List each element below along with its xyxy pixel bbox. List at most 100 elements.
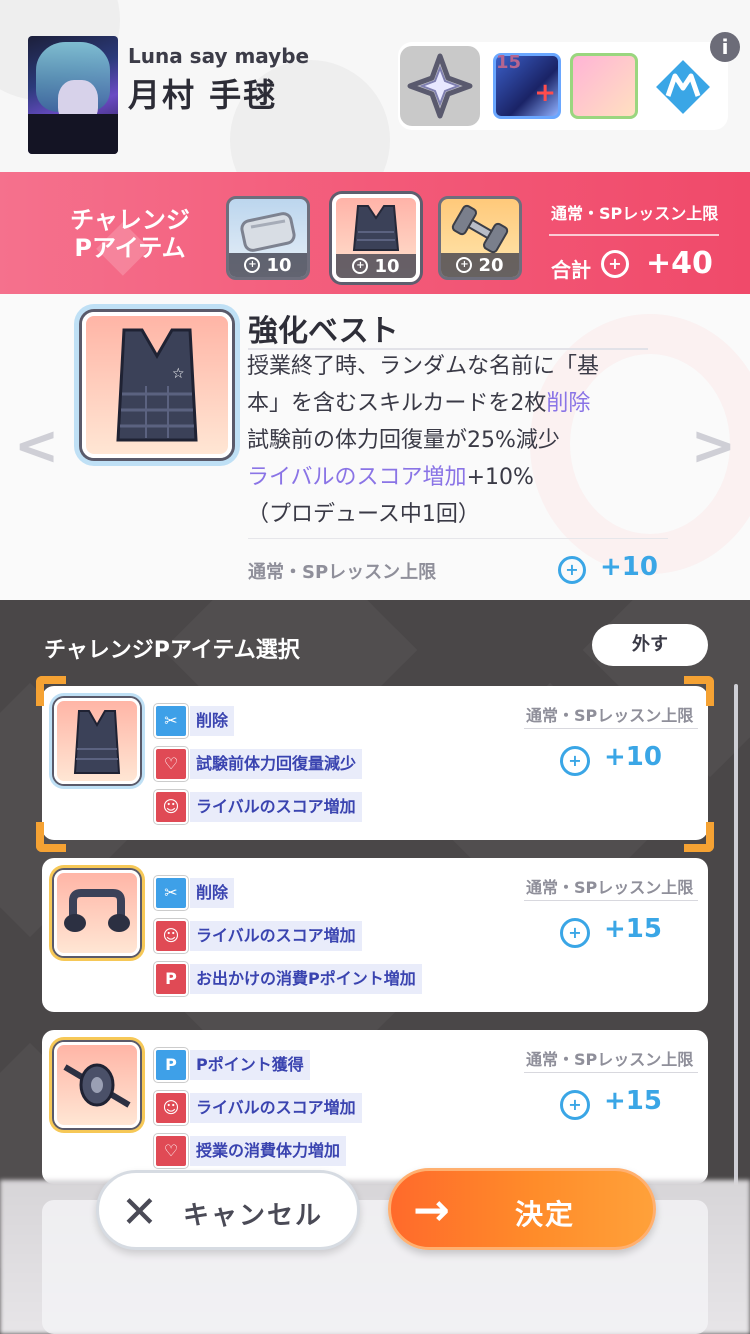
- vest-illustration: ☆: [116, 328, 198, 442]
- support-slots: 15 +: [398, 42, 728, 130]
- vest-icon: [54, 698, 140, 784]
- item-cost: 10: [266, 254, 292, 276]
- stamina-icon: +: [352, 258, 369, 274]
- dumbbell-icon: [451, 204, 509, 254]
- effect-label: 削除: [190, 878, 235, 908]
- challenge-item-slot-2[interactable]: +10: [332, 194, 420, 282]
- desc-line: 授業終了時、ランダムな名前に「基: [247, 354, 600, 379]
- stamina-icon: +: [456, 257, 473, 273]
- effect-row: ☺ ライバルのスコア増加: [154, 1091, 362, 1125]
- effect-label: ライバルのスコア増加: [190, 1093, 362, 1123]
- desc-line: ライバルのスコア増加+10%: [247, 459, 667, 496]
- challenge-p-item-bar: ◆ チャレンジ Pアイテム +10 +10 +20 通常・SPレッスン上限 合計: [0, 172, 750, 294]
- idol-avatar[interactable]: [28, 36, 118, 154]
- idol-subtitle: Luna say maybe: [128, 44, 310, 68]
- stamina-icon: +: [560, 918, 590, 948]
- selection-corner: [36, 822, 66, 852]
- vest-icon: ☆: [82, 312, 232, 458]
- item-cost: 10: [374, 255, 400, 277]
- info-icon[interactable]: i: [710, 32, 740, 62]
- cancel-button[interactable]: ✕ キャンセル: [96, 1170, 360, 1250]
- card-limit-label: 通常・SPレッスン上限: [526, 1050, 694, 1069]
- effect-row: ✂ 削除: [154, 876, 235, 910]
- effect-label: 削除: [190, 706, 235, 736]
- card-limit-label: 通常・SPレッスン上限: [526, 878, 694, 897]
- heart-icon: ♡: [154, 1134, 188, 1168]
- effect-label: 試験前体力回復量減少: [190, 749, 363, 779]
- divider: [524, 1072, 698, 1073]
- item-card-vest[interactable]: ✂ 削除 ♡ 試験前体力回復量減少 ☺ ライバルのスコア増加 通常・SPレッスン上限 …: [42, 686, 708, 840]
- total-label: 合計: [551, 258, 591, 282]
- stamina-icon: +: [560, 746, 590, 776]
- prev-arrow-icon[interactable]: <: [14, 414, 59, 477]
- confirm-button[interactable]: → 決定: [388, 1168, 656, 1250]
- desc-line: （プロデュース中1回）: [247, 502, 480, 527]
- challenge-item-slot-1[interactable]: +10: [226, 196, 310, 280]
- stamina-icon: +: [601, 250, 629, 278]
- item-description: 授業終了時、ランダムな名前に「基 本」を含むスキルカードを2枚削除 試験前の体力…: [247, 348, 667, 533]
- effect-row: P お出かけの消費Pポイント増加: [154, 962, 422, 996]
- item-detail: < > ☆ 強化ベスト 授業終了時、ランダムな名前に「基 本」を含むスキルカード…: [0, 294, 750, 600]
- scrollbar[interactable]: [734, 684, 738, 1204]
- divider: [524, 728, 698, 729]
- next-arrow-icon[interactable]: >: [691, 414, 736, 477]
- card-limit-label: 通常・SPレッスン上限: [526, 706, 694, 725]
- ab-roller-icon: [54, 1042, 140, 1128]
- cost-bar: +20: [441, 253, 519, 277]
- desc-text: 本」を含むスキルカードを2枚: [247, 391, 547, 416]
- heart-icon: ♡: [154, 747, 188, 781]
- selection-corner: [36, 676, 66, 706]
- pushup-bar-icon: [54, 870, 140, 956]
- m-logo-icon: [651, 55, 715, 119]
- rival-icon: ☺: [154, 790, 188, 824]
- desc-highlight: ライバルのスコア増加: [247, 465, 467, 490]
- wristband-icon: [240, 212, 296, 252]
- item-card-ab-roller[interactable]: P Pポイント獲得 ☺ ライバルのスコア増加 ♡ 授業の消費体力増加 通常・SPレッス…: [42, 1030, 708, 1184]
- effect-row: ✂ 削除: [154, 704, 235, 738]
- ab-roller-illustration: [63, 1063, 131, 1108]
- total-value: +40: [646, 246, 713, 281]
- card-value: +10: [604, 742, 662, 772]
- detail-limit-label: 通常・SPレッスン上限: [248, 562, 437, 583]
- challenge-title-line2: Pアイテム: [74, 234, 186, 262]
- m-logo-slot[interactable]: [648, 52, 718, 122]
- rival-icon: ☺: [154, 1091, 188, 1125]
- divider: [524, 900, 698, 901]
- panel-title: チャレンジPアイテム選択: [44, 638, 300, 663]
- desc-highlight: 削除: [546, 391, 591, 416]
- detail-value: +10: [600, 552, 658, 582]
- effect-label: Pポイント獲得: [190, 1050, 310, 1080]
- header: Luna say maybe 月村 手毬 15 + i: [0, 0, 750, 172]
- effect-row: ♡ 試験前体力回復量減少: [154, 747, 363, 781]
- stamina-icon: +: [558, 556, 586, 584]
- item-cost: 20: [478, 254, 504, 276]
- arrow-right-icon: →: [413, 1185, 450, 1236]
- remove-button[interactable]: 外す: [592, 624, 708, 666]
- effect-label: ライバルのスコア増加: [190, 921, 362, 951]
- stamina-icon: +: [560, 1090, 590, 1120]
- cost-bar: +10: [229, 253, 307, 277]
- memory-slot[interactable]: [400, 46, 480, 126]
- selection-corner: [684, 822, 714, 852]
- stamina-icon: +: [244, 257, 261, 273]
- effect-label: 授業の消費体力増加: [190, 1136, 347, 1166]
- p-point-icon: P: [154, 962, 188, 996]
- slot-level: 15: [496, 52, 522, 73]
- effect-row: ☺ ライバルのスコア増加: [154, 790, 362, 824]
- challenge-title: チャレンジ Pアイテム: [60, 206, 200, 262]
- memory-card-slot[interactable]: [570, 53, 638, 119]
- challenge-item-slot-3[interactable]: +20: [438, 196, 522, 280]
- support-card-slot[interactable]: 15 +: [493, 52, 561, 119]
- item-card-pushup-bar[interactable]: ✂ 削除 ☺ ライバルのスコア増加 P お出かけの消費Pポイント増加 通常・SPレッス…: [42, 858, 708, 1012]
- delete-card-icon: ✂: [154, 876, 188, 910]
- effect-label: お出かけの消費Pポイント増加: [190, 964, 422, 994]
- effect-row: ♡ 授業の消費体力増加: [154, 1134, 347, 1168]
- desc-text: +10%: [466, 465, 534, 490]
- effect-row: P Pポイント獲得: [154, 1048, 310, 1082]
- effect-label: ライバルのスコア増加: [190, 792, 362, 822]
- divider: [549, 234, 719, 236]
- effect-row: ☺ ライバルのスコア増加: [154, 919, 362, 953]
- card-value: +15: [604, 914, 662, 944]
- vest-illustration: [73, 710, 121, 774]
- p-point-icon: P: [154, 1048, 188, 1082]
